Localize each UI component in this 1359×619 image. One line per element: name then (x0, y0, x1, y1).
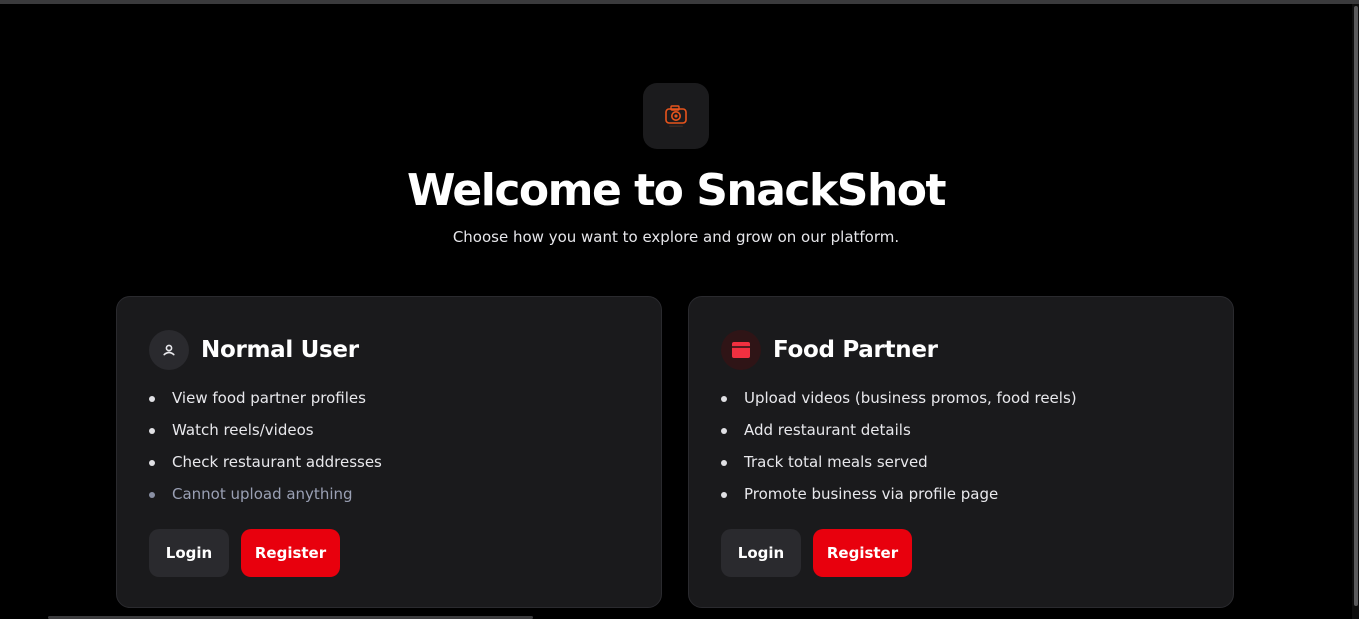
window-top-border (0, 0, 1359, 4)
page-title: Welcome to SnackShot (406, 165, 947, 216)
page-subtitle: Choose how you want to explore and grow … (452, 228, 900, 246)
food-partner-feature-list: Upload videos (business promos, food ree… (721, 383, 1077, 511)
food-partner-card: Food Partner Upload videos (business pro… (688, 296, 1234, 608)
camera-logo-icon (665, 105, 687, 127)
partner-login-button[interactable]: Login (721, 529, 801, 577)
list-item: Upload videos (business promos, food ree… (721, 383, 1077, 415)
list-item: View food partner profiles (149, 383, 382, 415)
list-item: Add restaurant details (721, 415, 1077, 447)
user-login-button[interactable]: Login (149, 529, 229, 577)
normal-user-title: Normal User (201, 337, 359, 363)
normal-user-feature-list: View food partner profiles Watch reels/v… (149, 383, 382, 511)
normal-user-card: Normal User View food partner profiles W… (116, 296, 662, 608)
app-logo (643, 83, 709, 149)
list-item: Cannot upload anything (149, 479, 382, 511)
user-icon (149, 330, 189, 370)
vertical-scrollbar-thumb[interactable] (1354, 6, 1358, 606)
list-item: Check restaurant addresses (149, 447, 382, 479)
food-partner-title: Food Partner (773, 337, 938, 363)
partner-register-button[interactable]: Register (813, 529, 912, 577)
store-icon (721, 330, 761, 370)
user-register-button[interactable]: Register (241, 529, 340, 577)
list-item: Promote business via profile page (721, 479, 1077, 511)
list-item: Track total meals served (721, 447, 1077, 479)
list-item: Watch reels/videos (149, 415, 382, 447)
